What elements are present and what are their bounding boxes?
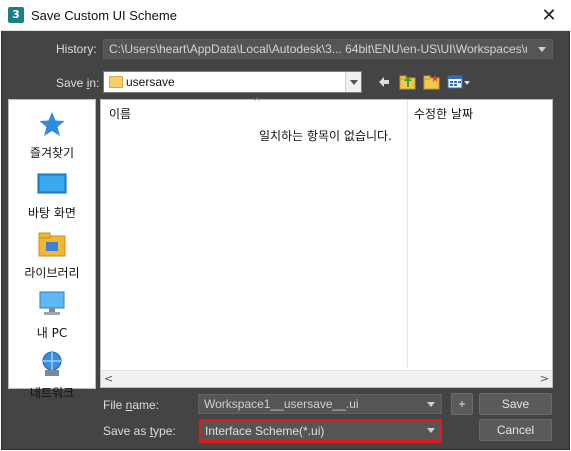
horizontal-scrollbar[interactable]: < > — [101, 370, 552, 387]
place-label: 라이브러리 — [24, 266, 80, 280]
chevron-down-icon[interactable] — [427, 428, 435, 433]
place-desktop[interactable]: 바탕 화면 — [9, 166, 95, 222]
chevron-down-icon[interactable] — [427, 402, 435, 407]
desktop-icon — [37, 173, 67, 194]
scroll-right-icon[interactable]: > — [540, 372, 549, 385]
save-in-dropdown-button[interactable] — [345, 72, 361, 92]
network-icon — [42, 351, 62, 376]
place-favorites[interactable]: 즐겨찾기 — [9, 106, 95, 162]
save-in-folder: usersave — [126, 75, 175, 89]
place-label: 네트워크 — [29, 386, 75, 400]
computer-icon — [39, 291, 65, 315]
new-folder-icon[interactable] — [423, 73, 441, 91]
save-as-type-value: Interface Scheme(*.ui) — [205, 424, 325, 438]
chevron-down-icon — [350, 80, 358, 85]
save-dialog: History: C:\Users\heart\AppData\Local\Au… — [1, 31, 570, 450]
place-label: 즐겨찾기 — [29, 146, 75, 160]
history-label: History: — [56, 42, 97, 56]
add-button[interactable]: + — [451, 393, 473, 415]
column-header-date-modified[interactable]: 수정한 날짜 — [414, 105, 473, 122]
scroll-left-icon[interactable]: < — [104, 372, 113, 385]
back-arrow-icon[interactable] — [377, 73, 391, 91]
view-menu-icon[interactable] — [447, 73, 471, 91]
history-dropdown[interactable]: C:\Users\heart\AppData\Local\Autodesk\3.… — [103, 39, 553, 59]
save-in-label: Save in: — [56, 76, 100, 90]
close-icon[interactable]: ✕ — [527, 0, 571, 31]
sort-ascending-icon: ^ — [253, 97, 262, 108]
place-this-pc[interactable]: 내 PC — [9, 286, 95, 342]
place-label: 바탕 화면 — [28, 206, 76, 220]
window-title: Save Custom UI Scheme — [31, 8, 177, 23]
save-as-type-dropdown[interactable]: Interface Scheme(*.ui) — [199, 419, 442, 443]
places-bar: 즐겨찾기 바탕 화면 라이브러리 내 PC 네트워크 — [8, 99, 96, 400]
save-as-type-label: Save as type: — [103, 424, 176, 438]
title-bar: 3 Save Custom UI Scheme ✕ — [0, 0, 571, 31]
file-list[interactable]: ^ 이름 수정한 날짜 일치하는 항목이 없습니다. < > — [100, 97, 553, 388]
up-folder-icon[interactable] — [399, 73, 417, 91]
column-divider[interactable] — [407, 100, 408, 368]
file-name-value: Workspace1__usersave__.ui — [204, 397, 359, 411]
empty-list-message: 일치하는 항목이 없습니다. — [259, 129, 392, 143]
file-name-input[interactable]: Workspace1__usersave__.ui — [198, 394, 442, 414]
column-header-name[interactable]: 이름 — [109, 105, 131, 122]
place-network[interactable]: 네트워크 — [9, 346, 95, 402]
chevron-down-icon[interactable] — [538, 47, 546, 52]
history-value: C:\Users\heart\AppData\Local\Autodesk\3.… — [109, 42, 527, 56]
save-button[interactable]: Save — [479, 393, 552, 415]
cancel-button[interactable]: Cancel — [479, 419, 552, 441]
app-icon: 3 — [8, 7, 24, 23]
file-name-label: File name: — [103, 398, 160, 412]
save-in-dropdown[interactable]: usersave — [103, 71, 362, 93]
folder-icon — [109, 76, 123, 88]
place-label: 내 PC — [36, 326, 68, 340]
library-icon — [38, 232, 66, 257]
star-icon — [39, 112, 65, 136]
place-libraries[interactable]: 라이브러리 — [9, 226, 95, 282]
